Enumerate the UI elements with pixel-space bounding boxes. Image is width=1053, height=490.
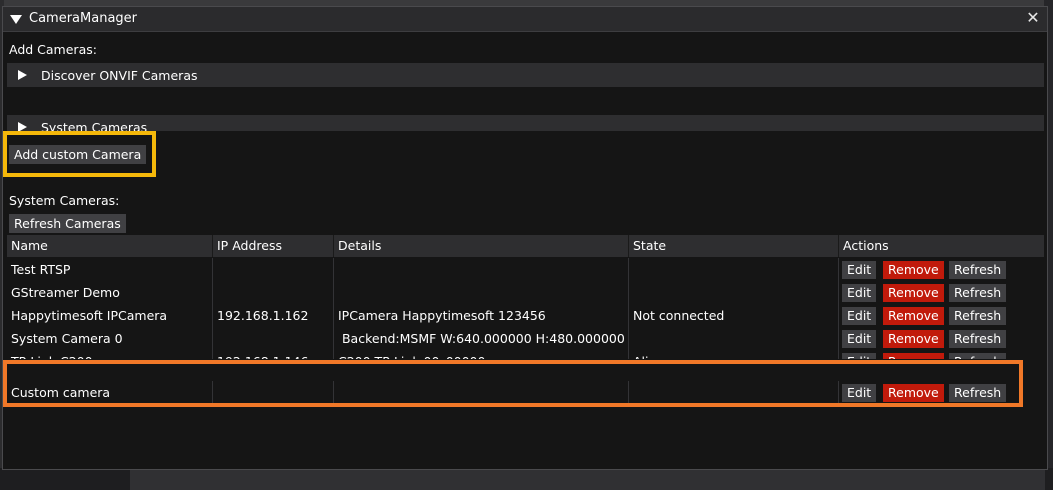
camera-name: Test RTSP [7,258,213,281]
remove-button[interactable]: Remove [883,330,944,348]
camera-ip [213,258,334,281]
table-row: Test RTSP Edit Remove Refresh [7,258,1044,281]
camera-state [629,258,839,281]
camera-ip [213,327,334,350]
camera-details [334,281,629,304]
camera-state [629,327,839,350]
table-row: GStreamer Demo Edit Remove Refresh [7,281,1044,304]
camera-details [334,258,629,281]
camera-name: TP-Link C200 [7,350,213,359]
remove-button[interactable]: Remove [883,307,944,325]
camera-details: IPCamera Happytimesoft 123456 [334,304,629,327]
camera-ip: 192.168.1.146 [213,350,334,359]
edit-button[interactable]: Edit [842,353,877,359]
table-header: Name IP Address Details State Actions [7,235,1044,257]
camera-ip [213,281,334,304]
refresh-button[interactable]: Refresh [949,330,1007,348]
camera-name: GStreamer Demo [7,281,213,304]
camera-state: Alive [629,350,839,359]
refresh-cameras-button[interactable]: Refresh Cameras [9,214,126,233]
remove-button[interactable]: Remove [883,261,944,279]
camera-ip: 192.168.1.162 [213,304,334,327]
onvif-section-header[interactable]: Discover ONVIF Cameras [7,63,1044,87]
camera-state: Not connected [629,304,839,327]
camera-actions: Edit Remove Refresh [839,350,1044,359]
table-row: System Camera 0 Backend:MSMF W:640.00000… [7,327,1044,350]
column-header-actions[interactable]: Actions [839,235,1044,257]
close-icon[interactable]: ✕ [1024,9,1042,27]
expand-arrow-icon [18,70,27,80]
refresh-button[interactable]: Refresh [949,284,1007,302]
window-titlebar[interactable]: CameraManager ✕ [3,7,1047,32]
table-row: Happytimesoft IPCamera 192.168.1.162 IPC… [7,304,1044,327]
section-overlap [7,131,1044,143]
edit-button[interactable]: Edit [842,330,877,348]
background-panel [130,470,1045,490]
table-row: TP-Link C200 192.168.1.146 C200 TP-Link … [7,350,1044,359]
add-cameras-label: Add Cameras: [9,42,97,57]
edit-button[interactable]: Edit [842,261,877,279]
column-header-details[interactable]: Details [334,235,629,257]
column-header-name[interactable]: Name [7,235,213,257]
highlight-box-custom-camera-row [3,360,1023,407]
edit-button[interactable]: Edit [842,307,877,325]
onvif-section-label: Discover ONVIF Cameras [41,68,198,83]
edit-button[interactable]: Edit [842,284,877,302]
camera-actions: Edit Remove Refresh [839,327,1044,350]
column-header-ip[interactable]: IP Address [213,235,334,257]
camera-manager-window: CameraManager ✕ Add Cameras: Discover ON… [2,6,1048,470]
camera-state [629,281,839,304]
camera-name: Happytimesoft IPCamera [7,304,213,327]
system-cameras-label: System Cameras: [9,193,120,208]
column-header-state[interactable]: State [629,235,839,257]
refresh-button[interactable]: Refresh [949,353,1007,359]
collapse-triangle-icon[interactable] [10,15,22,24]
remove-button[interactable]: Remove [883,284,944,302]
camera-name: System Camera 0 [7,327,213,350]
remove-button[interactable]: Remove [883,353,944,359]
camera-details: Backend:MSMF W:640.000000 H:480.000000 [334,327,629,350]
refresh-button[interactable]: Refresh [949,307,1007,325]
camera-actions: Edit Remove Refresh [839,304,1044,327]
highlight-box-add-custom [3,131,156,177]
camera-details: C200 TP-Link 00_00000 [334,350,629,359]
window-title: CameraManager [29,11,137,26]
refresh-button[interactable]: Refresh [949,261,1007,279]
camera-actions: Edit Remove Refresh [839,281,1044,304]
camera-actions: Edit Remove Refresh [839,258,1044,281]
